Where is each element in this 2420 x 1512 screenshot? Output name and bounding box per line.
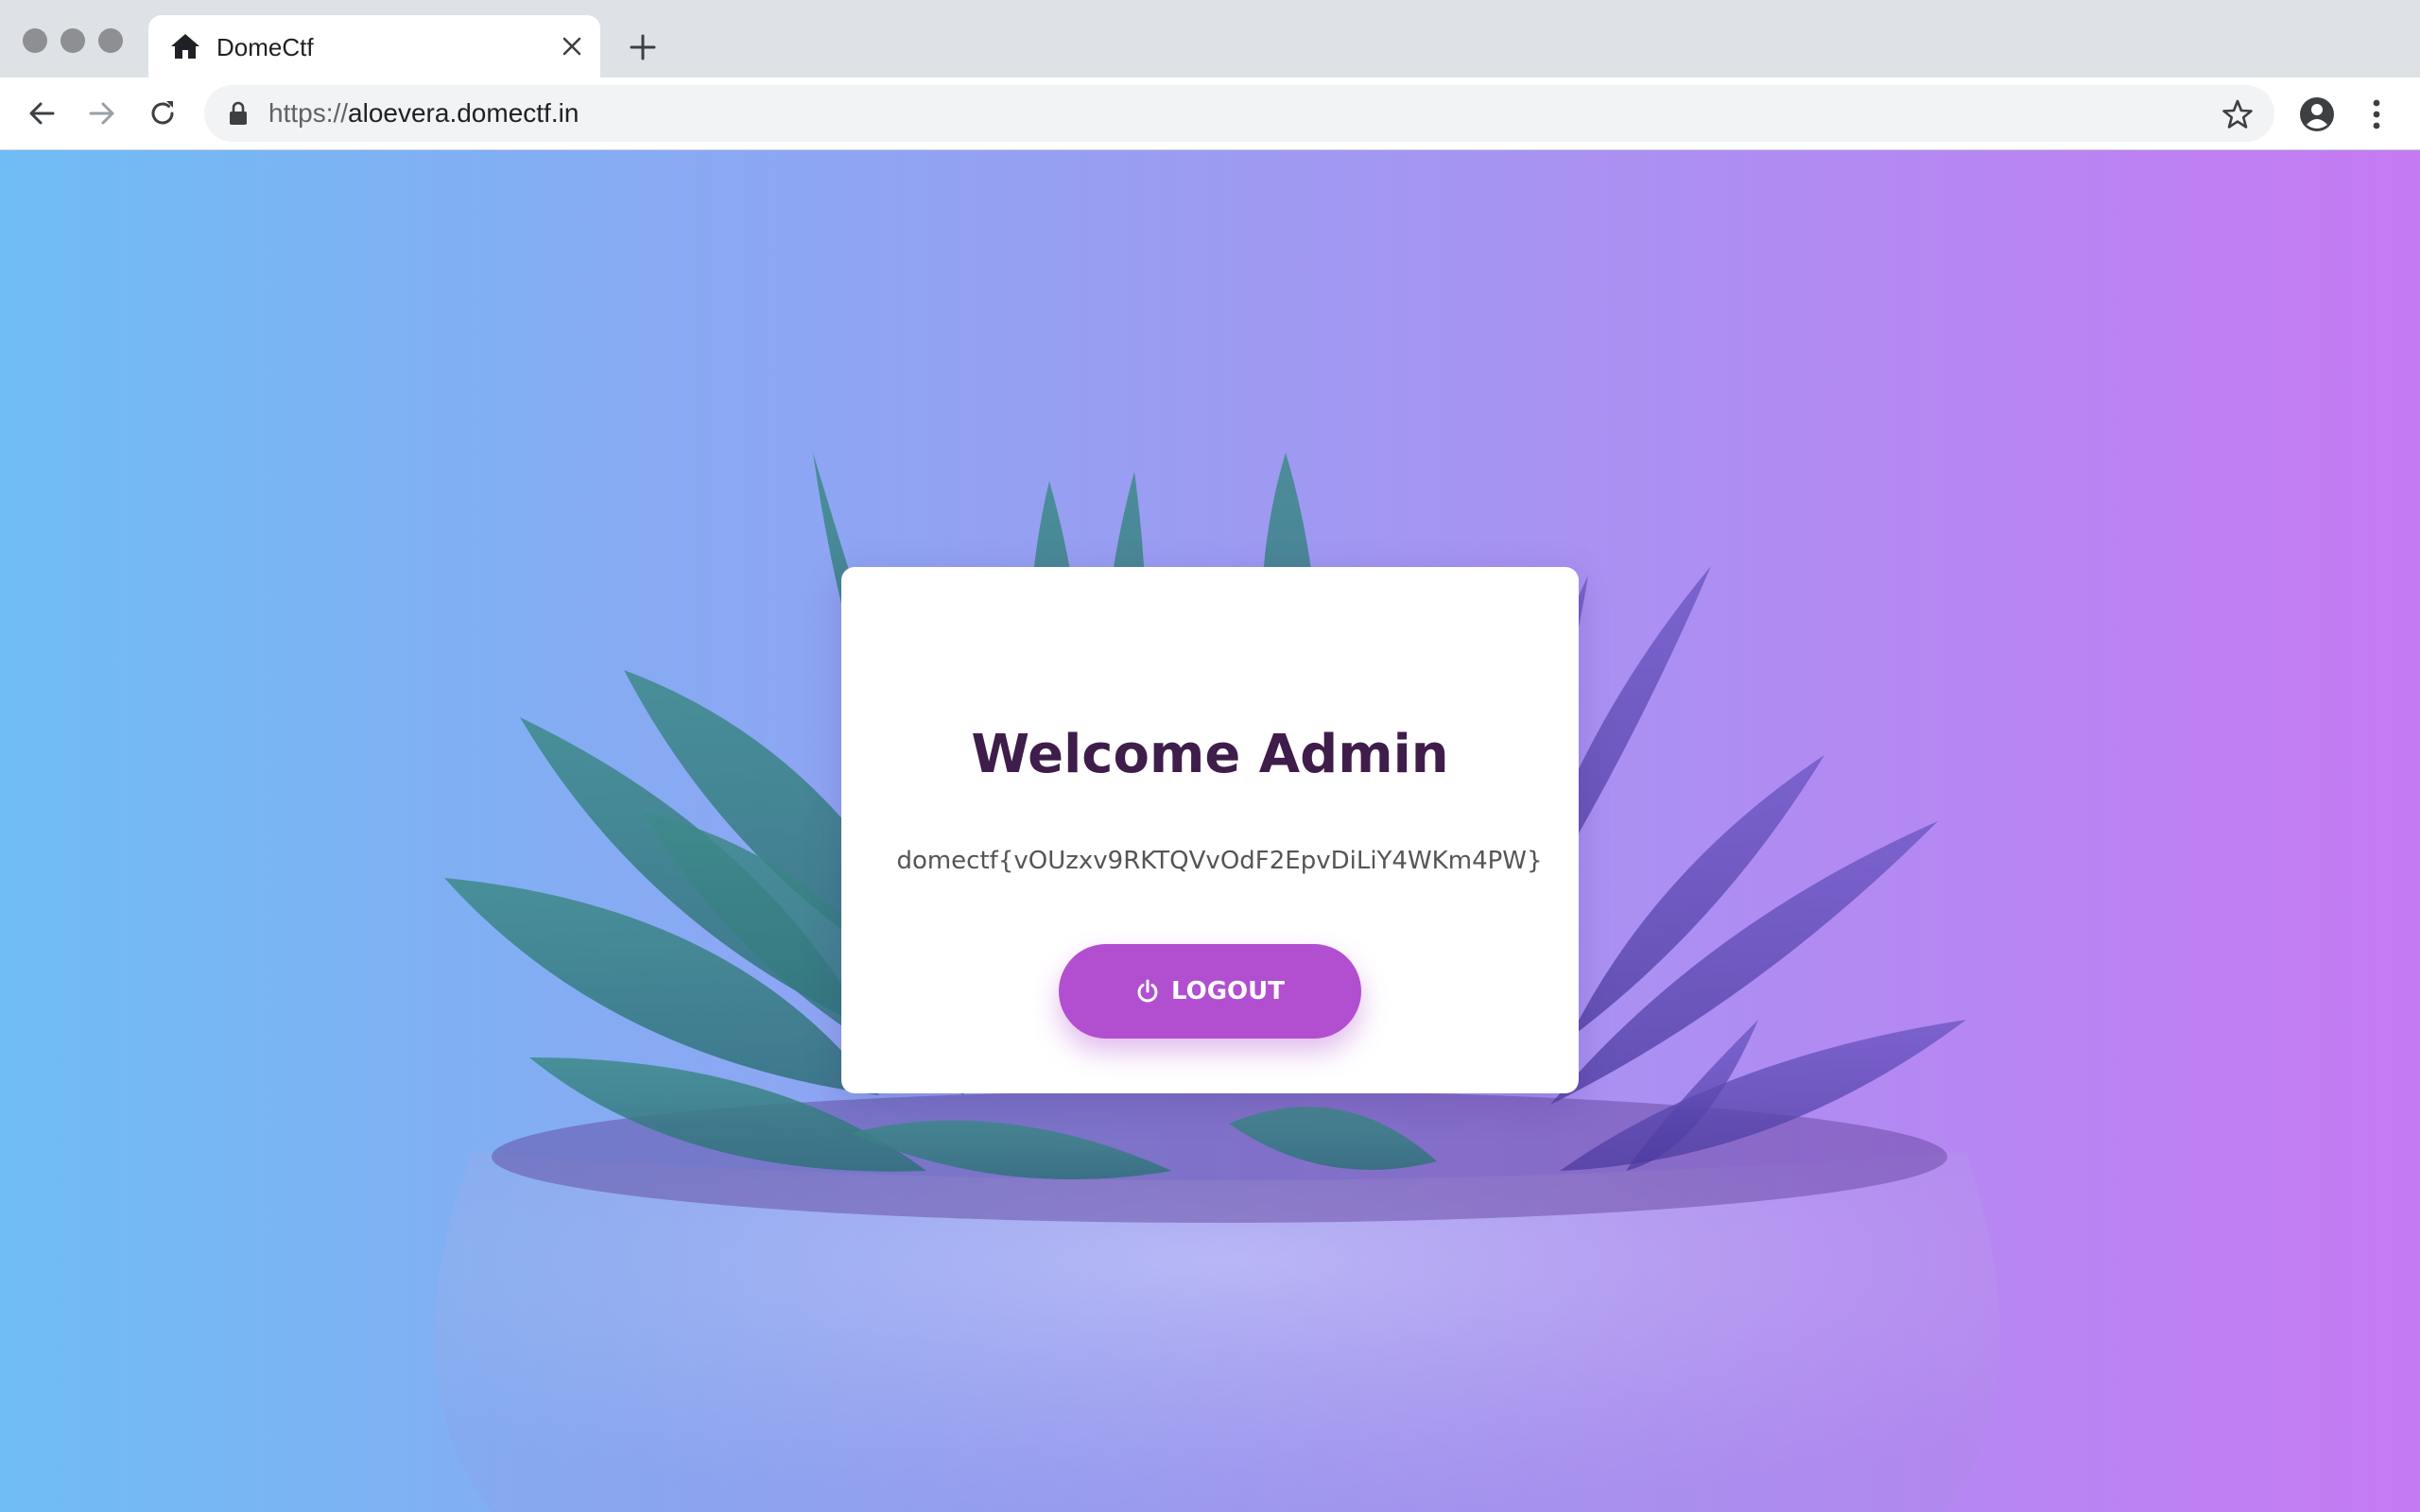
browser-tab[interactable]: DomeCtf xyxy=(148,15,600,77)
power-icon xyxy=(1137,979,1158,1003)
window-minimize-dot[interactable] xyxy=(60,28,85,53)
page-viewport: Welcome Admin domectf{vOUzxv9RKTQVvOdF2E… xyxy=(0,150,2420,1512)
reload-icon[interactable] xyxy=(146,96,180,130)
window-close-dot[interactable] xyxy=(23,28,47,53)
url-text[interactable]: https://aloevera.domectf.in xyxy=(268,98,579,129)
page-title: Welcome Admin xyxy=(971,724,1449,785)
kebab-menu-icon[interactable] xyxy=(2369,96,2384,132)
account-icon[interactable] xyxy=(2299,96,2335,132)
home-icon xyxy=(171,34,199,59)
flag-text: domectf{vOUzxv9RKTQVvOdF2EpvDiLiY4WKm4PW… xyxy=(896,847,1543,875)
forward-arrow-icon[interactable] xyxy=(85,96,119,130)
url-scheme: https:// xyxy=(268,98,349,128)
lock-icon xyxy=(230,101,247,125)
logout-label: LOGOUT xyxy=(1170,977,1286,1005)
close-icon[interactable] xyxy=(561,35,583,58)
url-host: aloevera.domectf.in xyxy=(348,98,579,128)
welcome-card: Welcome Admin domectf{vOUzxv9RKTQVvOdF2E… xyxy=(841,567,1579,1093)
new-tab-icon[interactable] xyxy=(628,32,658,62)
tab-title: DomeCtf xyxy=(216,33,314,61)
logout-button[interactable]: LOGOUT xyxy=(1059,944,1361,1039)
window-maximize-dot[interactable] xyxy=(98,28,123,53)
bookmark-star-icon[interactable] xyxy=(2221,98,2254,130)
back-arrow-icon[interactable] xyxy=(25,96,59,130)
address-bar[interactable]: https://aloevera.domectf.in xyxy=(204,85,2274,142)
browser-toolbar: https://aloevera.domectf.in xyxy=(0,77,2420,150)
tab-strip: DomeCtf xyxy=(0,0,2420,77)
